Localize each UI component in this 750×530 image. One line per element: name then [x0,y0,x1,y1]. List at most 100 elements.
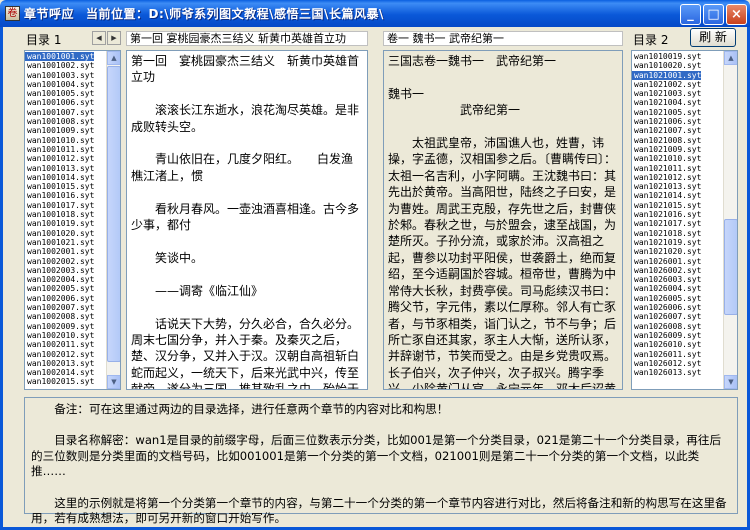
close-button[interactable]: × [726,4,747,25]
list-item[interactable]: wan1021007.syt [632,126,701,135]
list-item[interactable]: wan1001012.syt [25,154,94,163]
list-item[interactable]: wan1021013.syt [632,182,701,191]
list-item[interactable]: wan1001018.syt [25,210,94,219]
scroll-down-icon[interactable]: ▼ [107,375,120,389]
list-item[interactable]: wan1021019.syt [632,238,701,247]
list-item[interactable]: wan1021018.syt [632,229,701,238]
list-item[interactable]: wan1002005.syt [25,284,94,293]
list-item[interactable]: wan1021004.syt [632,98,701,107]
list-item[interactable]: wan1001005.syt [25,89,94,98]
list-item[interactable]: wan1001004.syt [25,80,94,89]
list-item[interactable]: wan1001016.syt [25,191,94,200]
list-item[interactable]: wan1021008.syt [632,136,701,145]
list-item[interactable]: wan1026011.syt [632,350,701,359]
list-item[interactable]: wan1001001.syt [25,52,95,62]
list-item[interactable]: wan1002010.syt [25,331,94,340]
list-item[interactable]: wan1026005.syt [632,294,701,303]
list-item[interactable]: wan1002008.syt [25,312,94,321]
list-item[interactable]: wan1002001.syt [25,247,94,256]
list-item[interactable]: wan1001014.syt [25,173,94,182]
list-item[interactable]: wan1002014.syt [25,368,94,377]
list-item[interactable]: wan1021011.syt [632,164,701,173]
list-item[interactable]: wan1026009.syt [632,331,701,340]
list-item[interactable]: wan1026012.syt [632,359,701,368]
list-item[interactable]: wan1001006.syt [25,98,94,107]
left-text-content[interactable]: 第一回 宴桃园豪杰三结义 斩黄巾英雄首立功 滚滚长江东逝水，浪花淘尽英雄。是非成… [127,51,367,389]
location-path: D:\师爷系列图文教程\感悟三国\长篇风暴\ [148,7,384,21]
list-item[interactable]: wan1001021.syt [25,238,94,247]
list-item[interactable]: wan1001011.syt [25,145,94,154]
list-item[interactable]: wan1002009.syt [25,322,94,331]
title-bar[interactable]: 卷 章节呼应 当前位置：D:\师爷系列图文教程\感悟三国\长篇风暴\ _ □ × [0,0,750,27]
list-item[interactable]: wan1001017.syt [25,201,94,210]
list-item[interactable]: wan1026010.syt [632,340,701,349]
list-item[interactable]: wan1021020.syt [632,247,701,256]
list-item[interactable]: wan1026002.syt [632,266,701,275]
right-file-list[interactable]: wan1010019.syt wan1010020.syt wan1021001.s… [631,50,738,390]
list-item[interactable]: wan1001003.syt [25,71,94,80]
list-item[interactable]: wan1021001.syt [632,70,702,80]
refresh-button[interactable]: 刷 新 [690,28,736,47]
list-item[interactable]: wan1021015.syt [632,201,701,210]
scroll-up-icon[interactable]: ▲ [724,51,737,65]
right-list-label: 目录 2 [633,33,669,47]
scroll-down-icon[interactable]: ▼ [724,375,737,389]
list-item[interactable]: wan1002015.syt [25,377,94,386]
list-item[interactable]: wan1021012.syt [632,173,701,182]
list-item[interactable]: wan1026008.syt [632,322,701,331]
list-item[interactable]: wan1002006.syt [25,294,94,303]
list-item[interactable]: wan1002002.syt [25,257,94,266]
left-file-list[interactable]: wan1001001.syt wan1001002.syt wan1001003.s… [24,50,121,390]
list-item[interactable]: wan1001008.syt [25,117,94,126]
list-item[interactable]: wan1002007.syt [25,303,94,312]
list-item[interactable]: wan1001020.syt [25,229,94,238]
notes-text[interactable]: 备注：可在这里通过两边的目录选择，进行任意两个章节的内容对比和构思！ 目录名称解… [25,398,737,530]
list-item[interactable]: wan1021014.syt [632,191,701,200]
right-file-items[interactable]: wan1010019.syt wan1010020.syt wan1021001.s… [632,52,702,377]
notes-area[interactable]: 备注：可在这里通过两边的目录选择，进行任意两个章节的内容对比和构思！ 目录名称解… [24,397,738,525]
list-item[interactable]: wan1002013.syt [25,359,94,368]
list-item[interactable]: wan1026004.syt [632,284,701,293]
scroll-thumb[interactable] [107,66,120,362]
list-item[interactable]: wan1001019.syt [25,219,94,228]
list-item[interactable]: wan1001015.syt [25,182,94,191]
right-text-content[interactable]: 三国志卷一魏书一 武帝纪第一 魏书一 武帝纪第一 太祖武皇帝，沛国谯人也，姓曹，… [384,51,622,389]
list-item[interactable]: wan1021017.syt [632,219,701,228]
scroll-thumb[interactable] [724,219,737,315]
window-title: 章节呼应 当前位置：D:\师爷系列图文教程\感悟三国\长篇风暴\ [24,5,384,22]
list-item[interactable]: wan1002003.syt [25,266,94,275]
list-item[interactable]: wan1021016.syt [632,210,701,219]
list-item[interactable]: wan1021009.syt [632,145,701,154]
list-item[interactable]: wan1002012.syt [25,350,94,359]
list-item[interactable]: wan1026007.syt [632,312,701,321]
right-list-scrollbar[interactable]: ▲ ▼ [723,51,737,389]
list-item[interactable]: wan1026013.syt [632,368,701,377]
list-item[interactable]: wan1002011.syt [25,340,94,349]
list-item[interactable]: wan1021006.syt [632,117,701,126]
list-item[interactable]: wan1021003.syt [632,89,701,98]
list-item[interactable]: wan1002004.syt [25,275,94,284]
minimize-button[interactable]: _ [680,4,701,25]
scroll-up-icon[interactable]: ▲ [107,51,120,65]
left-text-pane[interactable]: 第一回 宴桃园豪杰三结义 斩黄巾英雄首立功 滚滚长江东逝水，浪花淘尽英雄。是非成… [126,50,368,390]
list-item[interactable]: wan1026003.syt [632,275,701,284]
right-text-pane[interactable]: 三国志卷一魏书一 武帝纪第一 魏书一 武帝纪第一 太祖武皇帝，沛国谯人也，姓曹，… [383,50,623,390]
list-item[interactable]: wan1021002.syt [632,80,701,89]
maximize-button[interactable]: □ [703,4,724,25]
list-item[interactable]: wan1026006.syt [632,303,701,312]
list-item[interactable]: wan1001010.syt [25,136,94,145]
prev-chapter-button[interactable]: ◀ [92,31,106,45]
next-chapter-button[interactable]: ▶ [107,31,121,45]
list-item[interactable]: wan1001009.syt [25,126,94,135]
list-item[interactable]: wan1010020.syt [632,61,701,70]
scroll-app-icon: 卷 [5,6,20,21]
list-item[interactable]: wan1001002.syt [25,61,94,70]
list-item[interactable]: wan1010019.syt [632,52,701,61]
list-item[interactable]: wan1021005.syt [632,108,701,117]
list-item[interactable]: wan1001013.syt [25,164,94,173]
list-item[interactable]: wan1026001.syt [632,257,701,266]
left-list-scrollbar[interactable]: ▲ ▼ [106,51,120,389]
list-item[interactable]: wan1021010.syt [632,154,701,163]
left-file-items[interactable]: wan1001001.syt wan1001002.syt wan1001003.s… [25,52,95,387]
list-item[interactable]: wan1001007.syt [25,108,94,117]
